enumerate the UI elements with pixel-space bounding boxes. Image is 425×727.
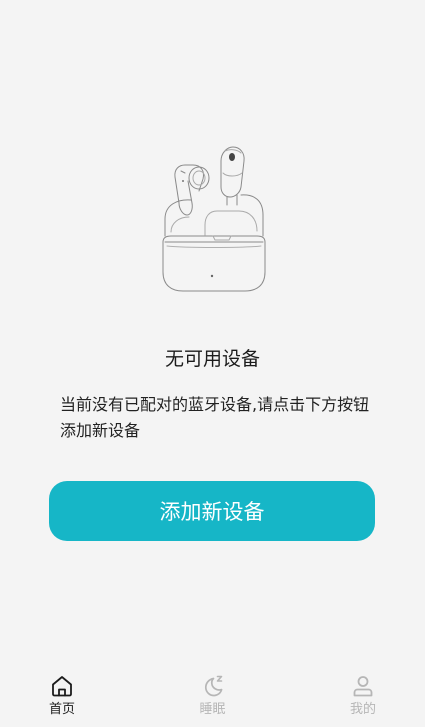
earbuds-case-illustration bbox=[155, 143, 273, 298]
home-icon bbox=[49, 673, 75, 699]
tab-home-label: 首页 bbox=[48, 702, 75, 717]
add-new-device-button[interactable]: 添加新设备 bbox=[49, 481, 375, 541]
empty-state-description: 当前没有已配对的蓝牙设备,请点击下方按钮添加新设备 bbox=[60, 395, 370, 440]
tab-profile-label: 我的 bbox=[349, 702, 376, 717]
tab-sleep-label: 睡眠 bbox=[199, 702, 226, 717]
empty-state-title: 无可用设备 bbox=[164, 348, 260, 370]
bottom-tab-bar: 首页 睡眠 我的 bbox=[0, 671, 425, 727]
sleep-moon-icon bbox=[200, 673, 226, 699]
tab-home[interactable]: 首页 bbox=[31, 671, 93, 727]
tab-sleep[interactable]: 睡眠 bbox=[182, 671, 244, 727]
tab-profile[interactable]: 我的 bbox=[332, 671, 394, 727]
user-profile-icon bbox=[350, 673, 376, 699]
